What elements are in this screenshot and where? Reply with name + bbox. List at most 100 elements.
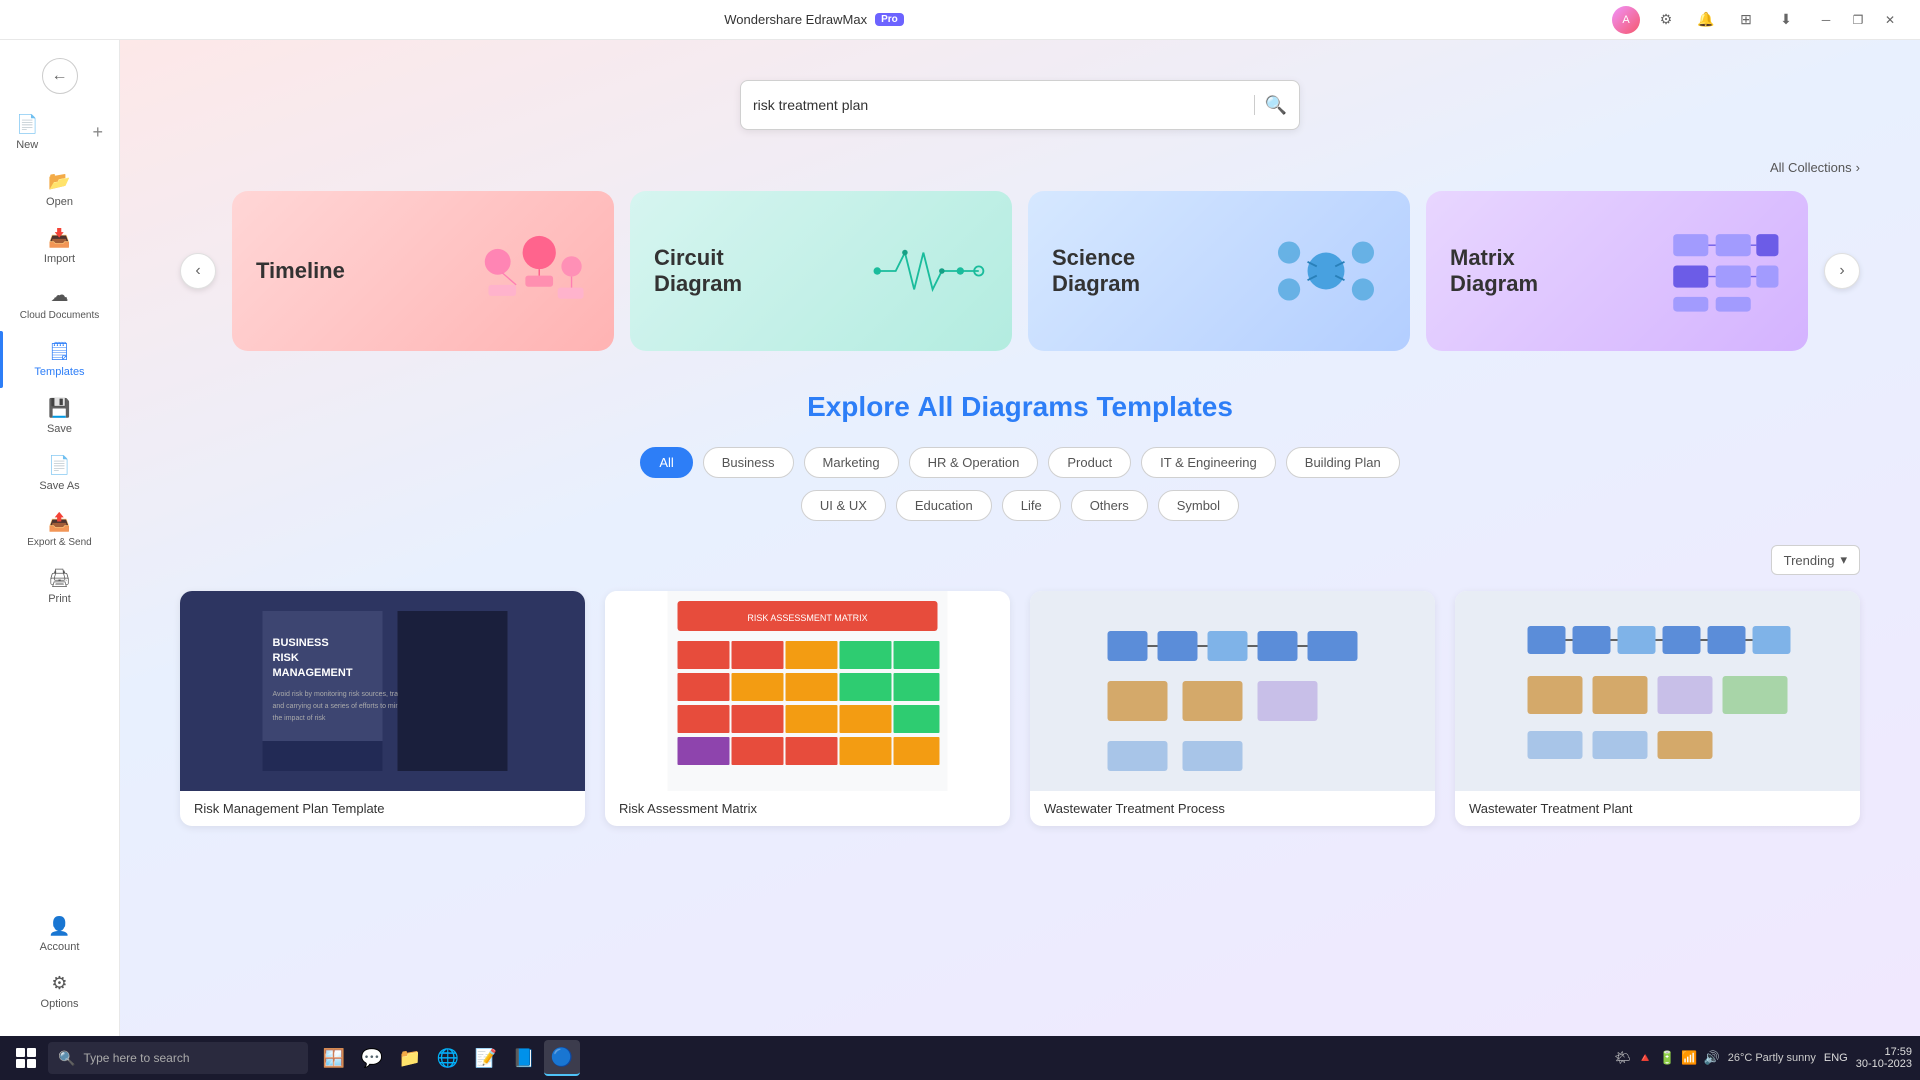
search-button[interactable]: 🔍 [1265,95,1287,116]
filter-education[interactable]: Education [896,490,992,521]
sidebar-item-save[interactable]: 💾 Save [0,388,119,445]
templates-icon: 🗒 [48,341,71,362]
options-label: Options [41,998,79,1010]
taskbar-apps: 🪟 💬 📁 🌐 📝 📘 🔵 [316,1040,580,1076]
template-title-wastewater-plant: Wastewater Treatment Plant [1455,791,1860,826]
sidebar-item-new[interactable]: 📄 New + [0,104,119,161]
template-card-risk-mgmt[interactable]: BUSINESS RISK MANAGEMENT Avoid risk by m… [180,591,585,826]
save-icon: 💾 [48,398,70,419]
filter-symbol[interactable]: Symbol [1158,490,1239,521]
filter-marketing[interactable]: Marketing [804,447,899,478]
template-card-wastewater-plant[interactable]: Wastewater Treatment Plant [1455,591,1860,826]
settings-icon[interactable]: ⚙ [1652,6,1680,34]
sidebar-item-import[interactable]: 📥 Import [0,218,119,275]
main-content: 🔍 All Collections › ‹ Timeline [120,40,1920,1036]
start-button[interactable] [8,1040,44,1076]
sidebar-item-cloud[interactable]: ☁ Cloud Documents [0,275,119,331]
template-image-wastewater [1030,591,1435,791]
carousel-card-matrix[interactable]: MatrixDiagram [1426,191,1808,351]
all-collections-link[interactable]: All Collections › [1770,160,1860,175]
sidebar-item-options[interactable]: ⚙ Options [0,963,119,1020]
sort-label: Trending [1784,553,1835,568]
svg-text:RISK ASSESSMENT MATRIX: RISK ASSESSMENT MATRIX [747,613,867,623]
carousel-prev[interactable]: ‹ [180,253,216,289]
search-input[interactable] [753,97,1244,113]
all-collections-text: All Collections [1770,160,1852,175]
close-button[interactable]: ✕ [1876,6,1904,34]
matrix-title: MatrixDiagram [1450,245,1538,298]
save-label: Save [47,423,72,435]
svg-text:MANAGEMENT: MANAGEMENT [273,667,353,679]
export-label: Export & Send [27,537,91,548]
carousel-card-timeline[interactable]: Timeline [232,191,614,351]
search-box: 🔍 [740,80,1300,130]
window-controls: ─ ❐ ✕ [1812,6,1904,34]
sidebar-item-saveas[interactable]: 📄 Save As [0,445,119,502]
all-collections-arrow: › [1856,160,1860,175]
carousel-next[interactable]: › [1824,253,1860,289]
filter-business[interactable]: Business [703,447,794,478]
explore-plain: Explore [807,391,917,422]
grid-icon[interactable]: ⊞ [1732,6,1760,34]
sidebar-item-open[interactable]: 📂 Open [0,161,119,218]
svg-text:the impact of risk: the impact of risk [273,715,326,722]
taskbar-search-icon: 🔍 [58,1050,75,1067]
minimize-button[interactable]: ─ [1812,6,1840,34]
download-icon[interactable]: ⬇ [1772,6,1800,34]
taskbar-app-6[interactable]: 🔵 [544,1040,580,1076]
filter-product[interactable]: Product [1048,447,1131,478]
titlebar: Wondershare EdrawMax Pro A ⚙ 🔔 ⊞ ⬇ ─ ❐ ✕ [0,0,1920,40]
taskbar-search[interactable]: 🔍 Type here to search [48,1042,308,1074]
tray-icon-5[interactable]: 🔊 [1704,1050,1720,1066]
taskbar-app-1[interactable]: 💬 [354,1040,390,1076]
filter-ui[interactable]: UI & UX [801,490,886,521]
template-title-wastewater: Wastewater Treatment Process [1030,791,1435,826]
tray-icon-3[interactable]: 🔋 [1659,1050,1675,1066]
taskbar-time: 17:59 [1884,1046,1912,1058]
open-icon: 📂 [48,171,70,192]
filter-hr[interactable]: HR & Operation [909,447,1039,478]
template-card-risk-assessment[interactable]: RISK ASSESSMENT MATRIX [605,591,1010,826]
prev-icon: ‹ [195,262,200,280]
template-image-risk-assessment: RISK ASSESSMENT MATRIX [605,591,1010,791]
sidebar: ← 📄 New + 📂 Open 📥 Import ☁ Cloud Docume… [0,40,120,1036]
carousel-card-science[interactable]: ScienceDiagram [1028,191,1410,351]
sort-dropdown[interactable]: Trending ▾ [1771,545,1860,575]
sort-dropdown-icon: ▾ [1840,552,1847,568]
filter-building[interactable]: Building Plan [1286,447,1400,478]
tray-icon-2[interactable]: 🔺 [1637,1050,1653,1066]
filter-it[interactable]: IT & Engineering [1141,447,1276,478]
filter-all[interactable]: All [640,447,692,478]
sidebar-item-print[interactable]: 🖨 Print [0,558,119,615]
sidebar-item-templates[interactable]: 🗒 Templates [0,331,119,388]
next-icon: › [1839,262,1844,280]
taskbar-app-5[interactable]: 📘 [506,1040,542,1076]
cloud-label: Cloud Documents [20,310,99,321]
tray-icon-1[interactable]: 🌤 [1614,1050,1631,1066]
account-icon: 👤 [48,916,70,937]
filter-life[interactable]: Life [1002,490,1061,521]
taskbar-app-4[interactable]: 📝 [468,1040,504,1076]
carousel-card-circuit[interactable]: CircuitDiagram [630,191,1012,351]
circuit-image [868,211,988,331]
taskbar-app-2[interactable]: 📁 [392,1040,428,1076]
grid-header: Trending ▾ [180,545,1860,575]
taskbar-app-3[interactable]: 🌐 [430,1040,466,1076]
science-image [1266,211,1386,331]
search-divider [1254,95,1255,115]
bell-icon[interactable]: 🔔 [1692,6,1720,34]
titlebar-center: Wondershare EdrawMax Pro [724,12,904,27]
template-image-wastewater-plant [1455,591,1860,791]
restore-button[interactable]: ❐ [1844,6,1872,34]
back-icon: ← [42,58,78,94]
avatar[interactable]: A [1612,6,1640,34]
back-button[interactable]: ← [0,48,119,104]
sidebar-item-export[interactable]: 📤 Export & Send [0,502,119,558]
sidebar-item-account[interactable]: 👤 Account [0,906,119,963]
titlebar-right: A ⚙ 🔔 ⊞ ⬇ ─ ❐ ✕ [1612,6,1904,34]
filter-others[interactable]: Others [1071,490,1148,521]
tray-icon-4[interactable]: 📶 [1681,1050,1697,1066]
template-card-wastewater[interactable]: Wastewater Treatment Process [1030,591,1435,826]
taskbar-app-0[interactable]: 🪟 [316,1040,352,1076]
export-icon: 📤 [48,512,70,533]
